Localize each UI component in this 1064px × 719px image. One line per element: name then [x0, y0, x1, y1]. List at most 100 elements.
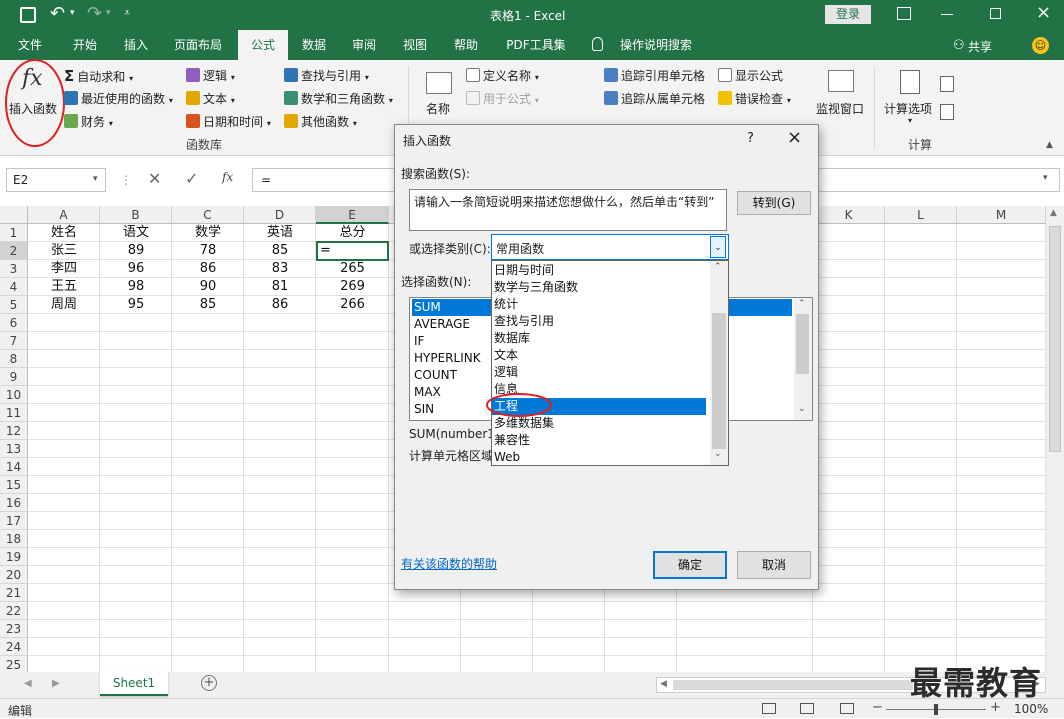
row-header-7[interactable]: 7: [0, 332, 28, 350]
category-item[interactable]: 日期与时间: [492, 262, 706, 279]
expand-formula-icon[interactable]: ▾: [1043, 173, 1048, 183]
datetime-button[interactable]: 日期和时间 ▾: [186, 112, 271, 132]
tab-data[interactable]: 数据: [296, 30, 332, 60]
column-header-a[interactable]: A: [28, 206, 100, 224]
vertical-scrollbar[interactable]: ▲: [1046, 206, 1064, 672]
row-header-21[interactable]: 21: [0, 584, 28, 602]
category-item[interactable]: 数据库: [492, 330, 706, 347]
cell-c1[interactable]: 数学: [172, 224, 244, 242]
category-item[interactable]: 文本: [492, 347, 706, 364]
zoom-out-icon[interactable]: −: [872, 700, 883, 715]
maximize-icon[interactable]: [990, 8, 1001, 19]
cell-b2[interactable]: 89: [100, 242, 172, 260]
tab-home[interactable]: 开始: [64, 30, 106, 60]
scroll-thumb[interactable]: [796, 314, 809, 374]
recent-functions-button[interactable]: 最近使用的函数 ▾: [64, 89, 173, 109]
cell-d1[interactable]: 英语: [244, 224, 316, 242]
column-header-d[interactable]: D: [244, 206, 316, 224]
trace-dependents-button[interactable]: 追踪从属单元格: [604, 89, 705, 109]
smiley-icon[interactable]: ☺: [1032, 37, 1049, 54]
column-header-l[interactable]: L: [885, 206, 957, 224]
page-break-view-icon[interactable]: [840, 703, 854, 714]
column-header-b[interactable]: B: [100, 206, 172, 224]
category-dropdown-list[interactable]: 日期与时间 数学与三角函数 统计 查找与引用 数据库 文本 逻辑 信息 工程 多维数据集 兼容性 We…: [491, 260, 729, 466]
cancel-entry-icon[interactable]: ✕: [148, 169, 161, 188]
formula-input-right[interactable]: ▾: [819, 168, 1060, 192]
next-sheet-icon[interactable]: ▶: [52, 678, 60, 689]
show-formulas-button[interactable]: 显示公式: [718, 66, 783, 86]
cell-c5[interactable]: 85: [172, 296, 244, 314]
row-header-11[interactable]: 11: [0, 404, 28, 422]
row-header-10[interactable]: 10: [0, 386, 28, 404]
search-function-input[interactable]: 请输入一条简短说明来描述您想做什么，然后单击“转到”: [409, 189, 727, 231]
row-header-12[interactable]: 12: [0, 422, 28, 440]
undo-icon[interactable]: ↶: [50, 3, 65, 24]
scroll-thumb[interactable]: [712, 313, 726, 449]
active-cell-e2[interactable]: [316, 241, 389, 261]
cell-b4[interactable]: 98: [100, 278, 172, 296]
scroll-left-icon[interactable]: ◀: [660, 679, 667, 689]
row-header-17[interactable]: 17: [0, 512, 28, 530]
row-header-9[interactable]: 9: [0, 368, 28, 386]
enter-entry-icon[interactable]: ✓: [185, 169, 198, 188]
minimize-icon[interactable]: [941, 14, 953, 15]
category-item[interactable]: 逻辑: [492, 364, 706, 381]
category-item[interactable]: 兼容性: [492, 432, 706, 449]
autosum-button[interactable]: Σ 自动求和 ▾: [64, 66, 133, 86]
scroll-down-icon[interactable]: ⌄: [798, 404, 806, 414]
cell-b3[interactable]: 96: [100, 260, 172, 278]
select-all-corner[interactable]: [0, 206, 28, 224]
add-sheet-icon[interactable]: +: [201, 675, 217, 691]
row-header-8[interactable]: 8: [0, 350, 28, 368]
cell-b1[interactable]: 语文: [100, 224, 172, 242]
go-button[interactable]: 转到(G): [737, 191, 811, 215]
tab-help[interactable]: 帮助: [446, 30, 486, 60]
row-header-4[interactable]: 4: [0, 278, 28, 296]
scroll-up-icon[interactable]: ⌃: [714, 262, 722, 272]
scroll-thumb[interactable]: [1049, 226, 1061, 452]
cell-e3[interactable]: 265: [316, 260, 389, 278]
page-layout-view-icon[interactable]: [800, 703, 814, 714]
cell-e4[interactable]: 269: [316, 278, 389, 296]
define-name-button[interactable]: 定义名称 ▾: [466, 66, 539, 86]
column-header-k[interactable]: K: [813, 206, 885, 224]
tab-review[interactable]: 审阅: [344, 30, 384, 60]
error-checking-button[interactable]: 错误检查 ▾: [718, 89, 791, 109]
text-button[interactable]: 文本 ▾: [186, 89, 235, 109]
sheet-tab-sheet1[interactable]: Sheet1: [100, 672, 168, 696]
chevron-down-icon[interactable]: ⌄: [710, 236, 726, 258]
category-item[interactable]: 数学与三角函数: [492, 279, 706, 296]
row-header-6[interactable]: 6: [0, 314, 28, 332]
zoom-slider-thumb[interactable]: [934, 704, 938, 715]
function-help-link[interactable]: 有关该函数的帮助: [401, 555, 497, 572]
cell-a2[interactable]: 张三: [28, 242, 100, 260]
cell-a3[interactable]: 李四: [28, 260, 100, 278]
column-header-c[interactable]: C: [172, 206, 244, 224]
use-in-formula-button[interactable]: 用于公式 ▾: [466, 89, 539, 109]
tab-formulas[interactable]: 公式: [238, 30, 288, 60]
cell-c4[interactable]: 90: [172, 278, 244, 296]
row-header-22[interactable]: 22: [0, 602, 28, 620]
cell-e1[interactable]: 总分: [316, 224, 389, 242]
share-button[interactable]: 共享: [968, 38, 992, 55]
cancel-button[interactable]: 取消: [737, 551, 811, 579]
calculation-options-button[interactable]: 计算选项 ▾: [882, 70, 940, 132]
prev-sheet-icon[interactable]: ◀: [24, 678, 32, 689]
tell-me-search[interactable]: 操作说明搜索: [612, 30, 700, 60]
formula-input[interactable]: =: [252, 168, 396, 192]
scroll-up-icon[interactable]: ⌃: [798, 299, 806, 309]
row-header-23[interactable]: 23: [0, 620, 28, 638]
more-functions-button[interactable]: 其他函数 ▾: [284, 112, 357, 132]
cell-c2[interactable]: 78: [172, 242, 244, 260]
tab-page-layout[interactable]: 页面布局: [166, 30, 230, 60]
name-box[interactable]: E2 ▾: [6, 168, 106, 192]
collapse-ribbon-icon[interactable]: ▲: [1046, 140, 1053, 150]
scroll-up-icon[interactable]: ▲: [1050, 208, 1057, 218]
category-item[interactable]: 查找与引用: [492, 313, 706, 330]
category-dropdown-scrollbar[interactable]: ⌃ ⌄: [710, 261, 728, 465]
calc-sheet-icon[interactable]: [940, 104, 954, 120]
row-header-3[interactable]: 3: [0, 260, 28, 278]
row-header-13[interactable]: 13: [0, 440, 28, 458]
lookup-button[interactable]: 查找与引用 ▾: [284, 66, 369, 86]
trace-precedents-button[interactable]: 追踪引用单元格: [604, 66, 705, 86]
